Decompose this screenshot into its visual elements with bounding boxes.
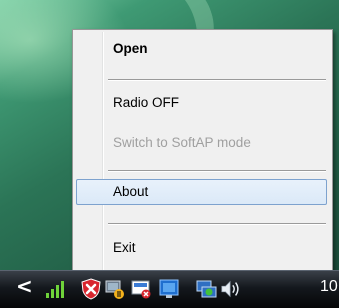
presentation-icon[interactable] — [130, 278, 152, 300]
menu-separator — [108, 223, 326, 224]
security-alert-icon[interactable] — [80, 278, 102, 300]
context-menu: Open Radio OFF Switch to SoftAP mode Abo… — [72, 29, 333, 274]
network-tool-icon[interactable] — [104, 278, 126, 300]
menu-item-exit[interactable]: Exit — [76, 235, 327, 261]
taskbar: < 10 — [0, 270, 339, 308]
menu-separator — [108, 79, 326, 80]
menu-item-about[interactable]: About — [76, 179, 327, 205]
show-hidden-icons-chevron-icon[interactable]: < — [16, 274, 33, 298]
menu-item-radio-off[interactable]: Radio OFF — [76, 90, 327, 116]
volume-icon[interactable] — [220, 278, 242, 300]
signal-strength-icon[interactable] — [44, 278, 66, 300]
network-connection-icon[interactable] — [196, 278, 218, 300]
clock-text[interactable]: 10 — [320, 278, 338, 296]
menu-item-open[interactable]: Open — [76, 36, 327, 62]
menu-separator — [108, 170, 326, 171]
menu-item-switch-softap: Switch to SoftAP mode — [113, 135, 251, 150]
display-icon[interactable] — [158, 278, 180, 300]
